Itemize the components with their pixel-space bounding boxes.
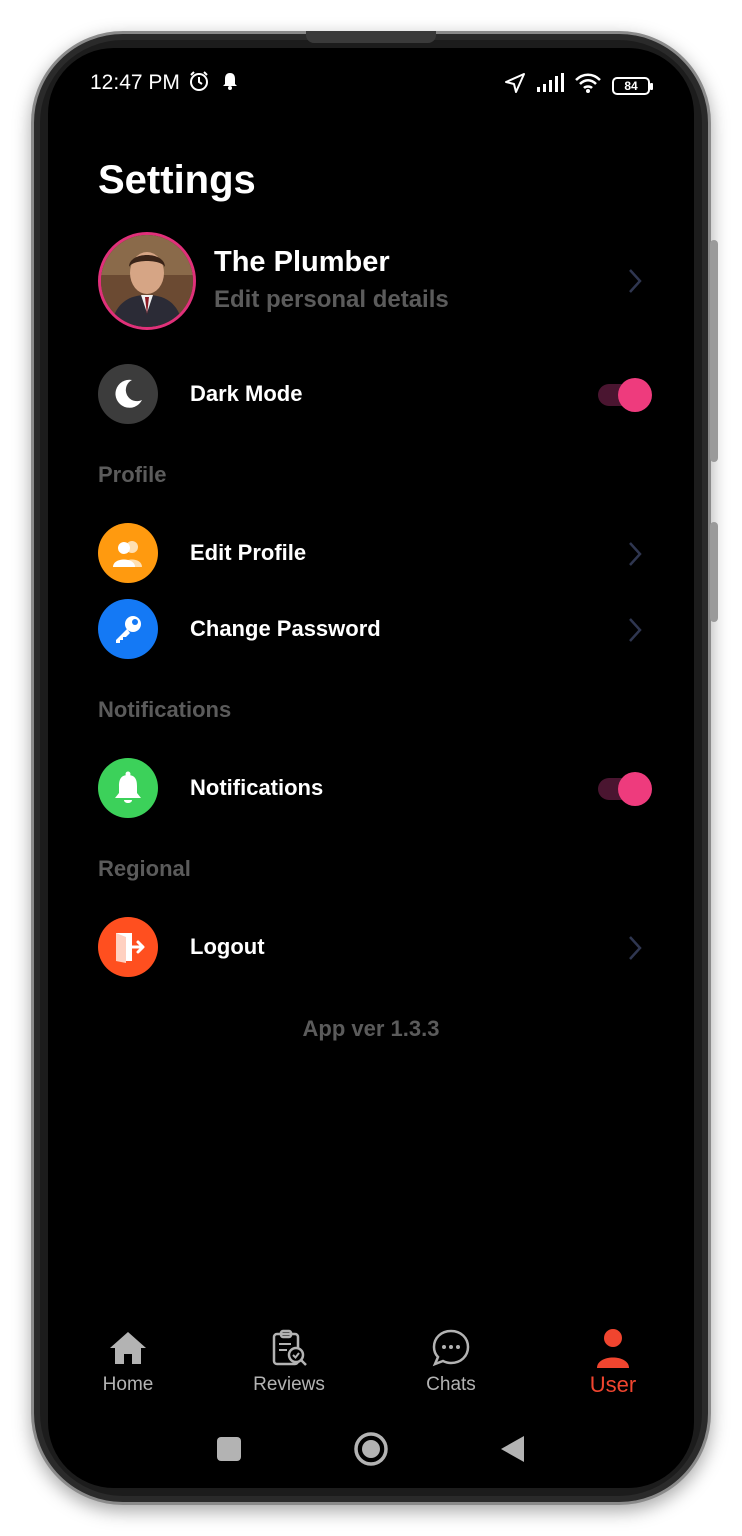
nav-home-label: Home [102, 1374, 154, 1395]
user-icon [597, 1329, 629, 1368]
logout-row[interactable]: Logout [98, 917, 658, 979]
volume-button [710, 240, 718, 462]
nav-reviews[interactable]: Reviews [229, 1318, 349, 1398]
recents-button-icon[interactable] [216, 1436, 242, 1462]
dark-mode-label: Dark Mode [190, 381, 303, 406]
nav-home[interactable]: Home [68, 1318, 188, 1398]
notifications-label: Notifications [190, 775, 324, 800]
location-icon [504, 72, 526, 99]
app-screen: 12:47 PM 84 Settings The Plumber Edit pe… [48, 48, 694, 1488]
reviews-icon [272, 1329, 307, 1366]
avatar [98, 232, 196, 330]
bottom-nav: Home Reviews Chats User [48, 1318, 694, 1408]
nav-user-label: User [589, 1372, 637, 1397]
notifications-row: Notifications [98, 758, 658, 820]
notification-bell-icon [220, 70, 240, 97]
toggle-knob [618, 378, 652, 412]
section-notifications-label: Notifications [98, 697, 232, 722]
users-icon [98, 523, 158, 583]
alarm-icon [188, 70, 210, 97]
status-time: 12:47 PM [90, 71, 180, 94]
dark-mode-toggle[interactable] [598, 378, 652, 412]
profile-name: The Plumber [214, 246, 390, 278]
chat-icon [432, 1329, 470, 1367]
signal-icon [536, 73, 564, 98]
status-bar: 12:47 PM 84 [48, 48, 694, 118]
edit-profile-label: Edit Profile [190, 540, 307, 565]
dark-mode-row: Dark Mode [98, 364, 658, 426]
app-version: App ver 1.3.3 [302, 1016, 440, 1041]
nav-user[interactable]: User [553, 1318, 673, 1398]
section-regional-label: Regional [98, 856, 191, 881]
chevron-right-icon [629, 269, 642, 293]
wifi-icon [574, 72, 602, 99]
chevron-right-icon [629, 618, 642, 642]
power-button [710, 522, 718, 622]
nav-reviews-label: Reviews [253, 1374, 325, 1395]
chevron-right-icon [629, 542, 642, 566]
logout-label: Logout [190, 934, 265, 959]
nav-chats[interactable]: Chats [391, 1318, 511, 1398]
notifications-toggle[interactable] [598, 772, 652, 806]
system-navigation-bar [48, 1426, 694, 1472]
section-profile-label: Profile [98, 462, 167, 487]
key-icon [98, 599, 158, 659]
change-password-row[interactable]: Change Password [98, 599, 658, 661]
edit-profile-row[interactable]: Edit Profile [98, 523, 658, 585]
moon-icon [98, 364, 158, 424]
page-title: Settings [98, 158, 256, 202]
battery-indicator: 84 [612, 76, 653, 95]
bell-icon [98, 758, 158, 818]
home-icon [110, 1332, 146, 1364]
change-password-label: Change Password [190, 616, 381, 641]
home-button-icon[interactable] [352, 1430, 390, 1468]
chevron-right-icon [629, 936, 642, 960]
toggle-knob [618, 772, 652, 806]
phone-top-bar [306, 31, 436, 43]
nav-chats-label: Chats [426, 1374, 476, 1395]
back-button-icon[interactable] [498, 1434, 526, 1464]
profile-row[interactable]: The Plumber Edit personal details [98, 232, 658, 332]
profile-subtitle: Edit personal details [214, 286, 449, 313]
logout-icon [98, 917, 158, 977]
